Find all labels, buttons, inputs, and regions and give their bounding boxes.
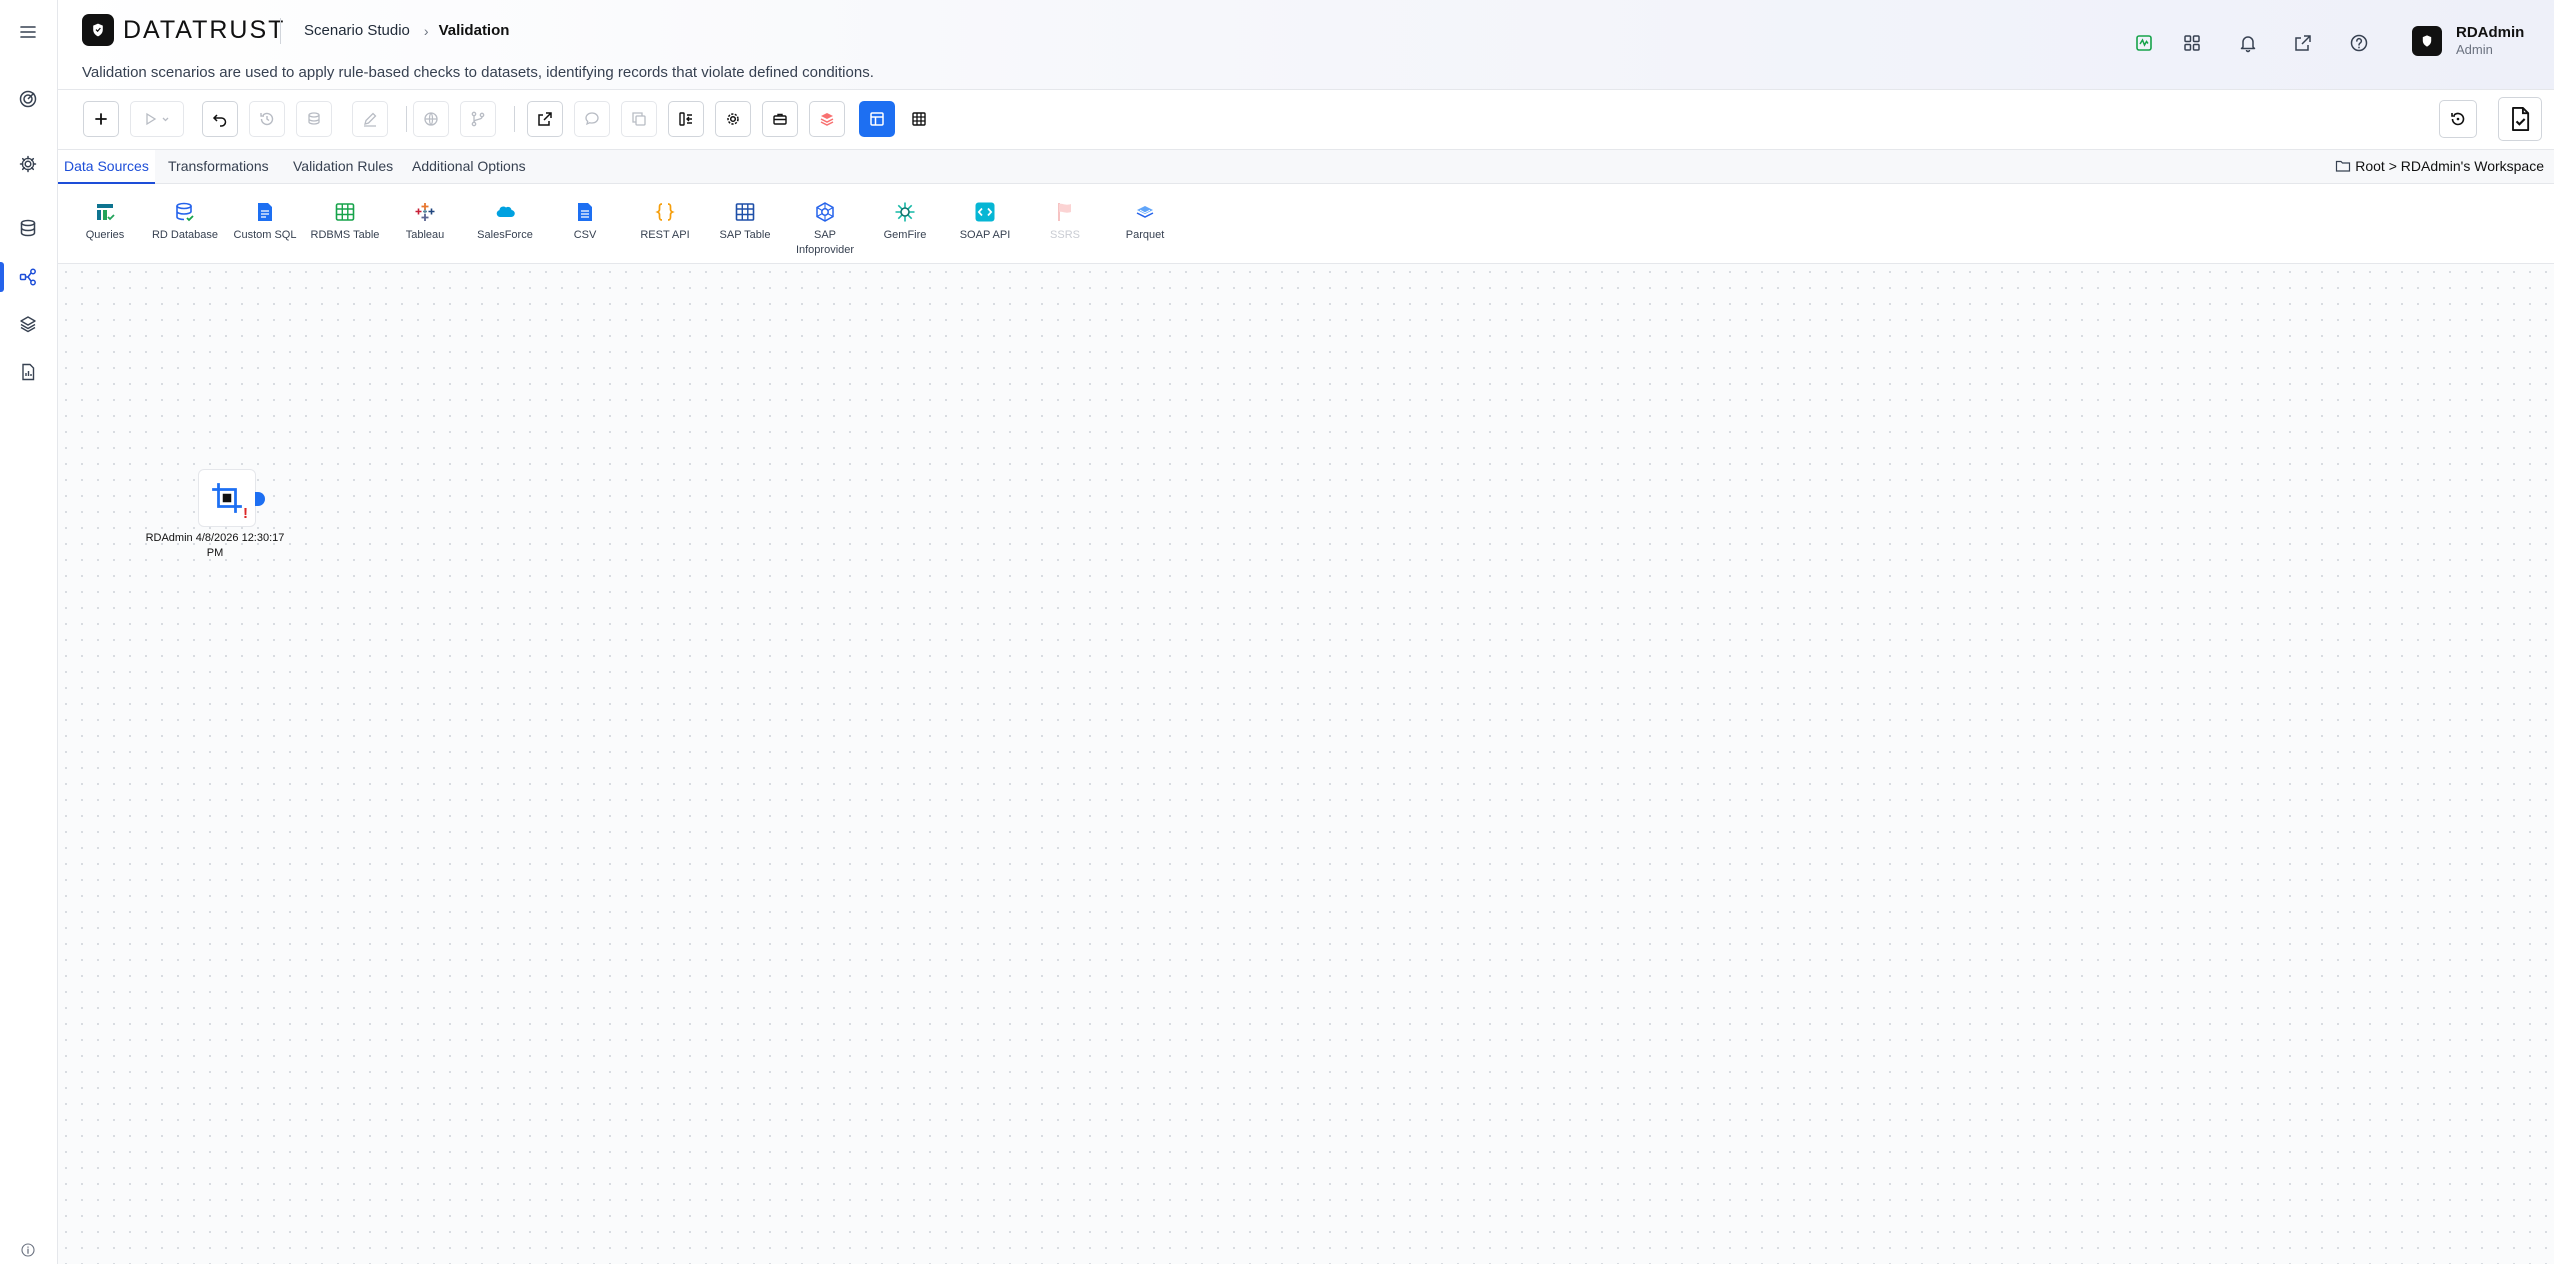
scenario-canvas[interactable]: ! RDAdmin 4/8/2026 12:30:17 PM xyxy=(58,264,2554,1264)
table-view-button[interactable] xyxy=(901,101,937,137)
custom-sql-icon xyxy=(253,200,277,224)
gear-settings-button[interactable] xyxy=(715,101,751,137)
palette-item-parquet[interactable]: Parquet xyxy=(1105,200,1185,243)
report-icon[interactable] xyxy=(8,354,48,390)
rd-database-icon xyxy=(173,200,197,224)
restore-history-button[interactable] xyxy=(2439,100,2477,138)
palette-item-sap-infoprovider[interactable]: SAP Infoprovider xyxy=(785,200,865,258)
warning-icon: ! xyxy=(243,505,248,522)
node-label: RDAdmin 4/8/2026 12:30:17 PM xyxy=(145,532,285,559)
rail-active-indicator xyxy=(0,262,4,292)
palette-item-salesforce[interactable]: SalesForce xyxy=(465,200,545,243)
gemfire-icon xyxy=(893,200,917,224)
edit-button[interactable] xyxy=(352,101,388,137)
palette-item-tableau[interactable]: Tableau xyxy=(385,200,465,243)
apps-grid-icon[interactable] xyxy=(2177,28,2207,58)
add-button[interactable] xyxy=(83,101,119,137)
toolbar-separator xyxy=(514,106,515,132)
palette-item-queries[interactable]: Queries xyxy=(65,200,145,243)
open-external-button[interactable] xyxy=(527,101,563,137)
app-logo[interactable]: DATATRUST xyxy=(82,14,285,46)
branch-button[interactable] xyxy=(460,101,496,137)
activity-status-icon[interactable] xyxy=(2129,28,2159,58)
data-source-palette: Queries RD Database Custom SQL RDBMS Tab… xyxy=(58,184,2554,264)
app-name: DATATRUST xyxy=(123,15,286,44)
help-icon[interactable] xyxy=(2344,28,2374,58)
csv-icon xyxy=(573,200,597,224)
database-icon[interactable] xyxy=(8,210,48,246)
comment-button[interactable] xyxy=(574,101,610,137)
page-description: Validation scenarios are used to apply r… xyxy=(82,64,874,81)
database-export-button[interactable] xyxy=(296,101,332,137)
shield-logo-icon xyxy=(82,14,114,46)
user-role: Admin xyxy=(2456,42,2493,57)
tab-transformations[interactable]: Transformations xyxy=(162,150,275,184)
palette-item-rd-database[interactable]: RD Database xyxy=(145,200,225,243)
avatar xyxy=(2412,25,2442,56)
stack-layers-button[interactable] xyxy=(809,101,845,137)
palette-item-soap-api[interactable]: SOAP API xyxy=(945,200,1025,243)
tableau-icon xyxy=(413,200,437,224)
ssrs-icon xyxy=(1053,200,1077,224)
header-divider xyxy=(280,18,281,44)
info-icon[interactable] xyxy=(18,1240,38,1260)
menu-icon[interactable] xyxy=(8,14,48,50)
user-menu[interactable]: RDAdmin Admin xyxy=(2412,24,2524,57)
undo-button[interactable] xyxy=(202,101,238,137)
left-rail xyxy=(0,0,58,1264)
chevron-right-icon: › xyxy=(423,22,429,39)
toolbar-separator xyxy=(406,106,407,132)
breadcrumb-current: Validation xyxy=(438,22,510,39)
palette-item-csv[interactable]: CSV xyxy=(545,200,625,243)
external-link-icon[interactable] xyxy=(2288,28,2318,58)
history-button[interactable] xyxy=(249,101,285,137)
rdbms-table-icon xyxy=(333,200,357,224)
palette-item-rest-api[interactable]: REST API xyxy=(625,200,705,243)
palette-item-rdbms-table[interactable]: RDBMS Table xyxy=(305,200,385,243)
palette-item-gemfire[interactable]: GemFire xyxy=(865,200,945,243)
validate-document-button[interactable] xyxy=(2498,97,2542,141)
breadcrumb-parent[interactable]: Scenario Studio xyxy=(304,22,410,39)
palette-item-custom-sql[interactable]: Custom SQL xyxy=(225,200,305,243)
layers-icon[interactable] xyxy=(8,306,48,342)
node-box[interactable]: ! xyxy=(198,469,265,527)
output-port[interactable] xyxy=(255,492,265,506)
align-button[interactable] xyxy=(668,101,704,137)
palette-item-sap-table[interactable]: SAP Table xyxy=(705,200,785,243)
salesforce-icon xyxy=(493,200,517,224)
tab-data-sources[interactable]: Data Sources xyxy=(58,150,155,184)
tab-validation-rules[interactable]: Validation Rules xyxy=(287,150,399,184)
user-name: RDAdmin xyxy=(2456,24,2525,41)
breadcrumb: Scenario Studio › Validation xyxy=(304,22,509,39)
soap-api-icon xyxy=(973,200,997,224)
queries-icon xyxy=(93,200,117,224)
workspace-path-text: Root > RDAdmin's Workspace xyxy=(2355,158,2544,174)
page-header: DATATRUST Scenario Studio › Validation V… xyxy=(58,0,2554,90)
globe-button[interactable] xyxy=(413,101,449,137)
workspace-path[interactable]: Root > RDAdmin's Workspace xyxy=(2335,158,2544,174)
tabs-bar: Data Sources Transformations Validation … xyxy=(58,150,2554,184)
crop-frame-icon xyxy=(212,483,242,513)
tab-additional-options[interactable]: Additional Options xyxy=(406,150,532,184)
canvas-node[interactable]: ! RDAdmin 4/8/2026 12:30:17 PM xyxy=(140,469,290,561)
target-icon[interactable] xyxy=(8,81,48,117)
folder-icon xyxy=(2336,160,2351,172)
parquet-icon xyxy=(1133,200,1157,224)
sap-table-icon xyxy=(733,200,757,224)
sap-infoprovider-icon xyxy=(813,200,837,224)
layout-view-button[interactable] xyxy=(859,101,895,137)
toolbar xyxy=(58,90,2554,150)
run-button[interactable] xyxy=(130,101,184,137)
toolbox-button[interactable] xyxy=(762,101,798,137)
scenario-flow-icon[interactable] xyxy=(8,259,48,295)
rest-api-icon xyxy=(653,200,677,224)
copy-button[interactable] xyxy=(621,101,657,137)
palette-item-ssrs[interactable]: SSRS xyxy=(1025,200,1105,243)
settings-gear-icon[interactable] xyxy=(8,146,48,182)
notifications-bell-icon[interactable] xyxy=(2233,28,2263,58)
